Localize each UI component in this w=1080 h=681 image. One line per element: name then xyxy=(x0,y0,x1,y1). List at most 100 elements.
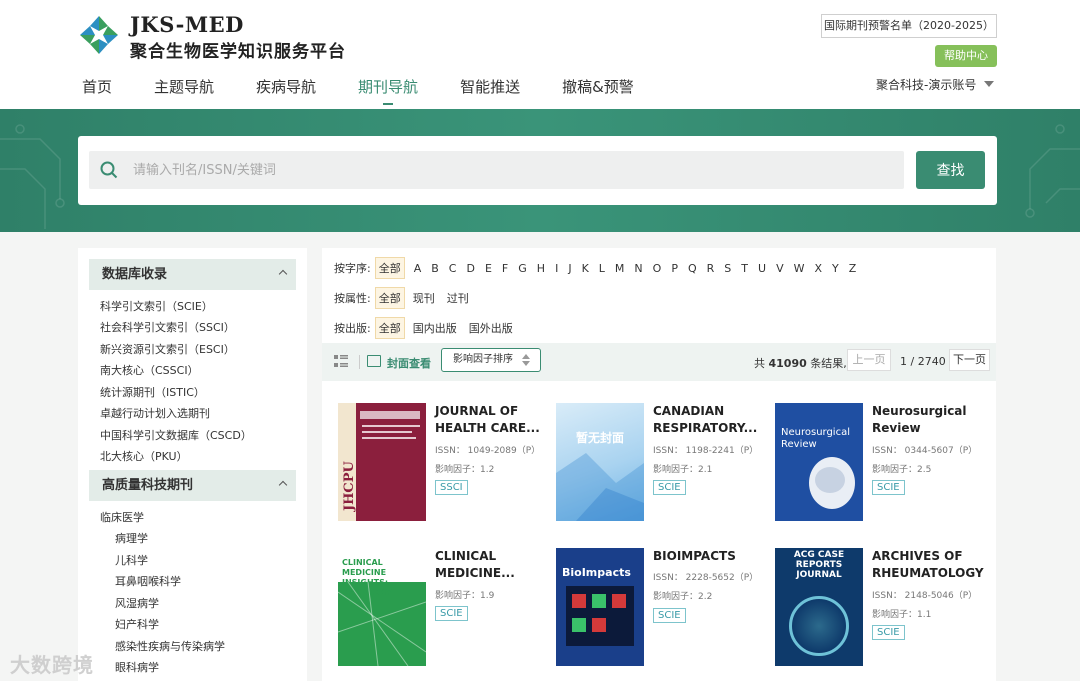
sidebar-section-database[interactable]: 数据库收录 xyxy=(89,259,296,290)
nav-recommend[interactable]: 智能推送 xyxy=(460,76,520,97)
filter-letter-m[interactable]: M xyxy=(615,262,625,275)
cover-view-button[interactable]: 封面查看 xyxy=(387,355,431,371)
filter-letter-q[interactable]: Q xyxy=(688,262,697,275)
filter-letter-o[interactable]: O xyxy=(653,262,662,275)
sidebar-subitem[interactable]: 眼科病学 xyxy=(115,659,159,675)
filter-letter-r[interactable]: R xyxy=(707,262,715,275)
nav-journal[interactable]: 期刊导航 xyxy=(358,76,418,105)
filter-letter-y[interactable]: Y xyxy=(832,262,839,275)
filter-letter-s[interactable]: S xyxy=(724,262,731,275)
filter-attr-all[interactable]: 全部 xyxy=(374,287,405,309)
filter-letter-n[interactable]: N xyxy=(634,262,642,275)
sidebar-item-ssci[interactable]: 社会科学引文索引（SSCI） xyxy=(100,319,235,335)
chevron-up-icon xyxy=(278,269,288,279)
search-button[interactable]: 查找 xyxy=(916,151,985,189)
filter-letter-p[interactable]: P xyxy=(671,262,678,275)
journal-title[interactable]: Neurosurgical Review xyxy=(872,403,982,437)
journal-card[interactable]: ACG CASE REPORTS JOURNAL ARCHIVES OF RHE… xyxy=(775,548,985,673)
journal-title[interactable]: CLINICAL MEDICINE... xyxy=(435,548,545,582)
sidebar-item-cscd[interactable]: 中国科学引文数据库（CSCD） xyxy=(100,427,252,443)
journal-cover[interactable]: 暂无封面 xyxy=(556,403,644,521)
cover-text: JHCPU xyxy=(342,461,357,511)
journal-issn: ISSN： 1198-2241（P） xyxy=(653,446,759,456)
placeholder-pattern xyxy=(556,453,644,521)
journal-card[interactable]: BioImpacts BIOIMPACTS ISSN： 2228-5652（P）… xyxy=(556,548,766,673)
filter-pub-domestic[interactable]: 国内出版 xyxy=(409,317,461,339)
sidebar-subitem[interactable]: 病理学 xyxy=(115,530,148,546)
journal-issn: ISSN： 0344-5607（P） xyxy=(872,446,978,456)
filter-letter-z[interactable]: Z xyxy=(849,262,857,275)
sidebar-item-scie[interactable]: 科学引文索引（SCIE） xyxy=(100,298,213,314)
filter-letter-e[interactable]: E xyxy=(485,262,492,275)
filter-pub-foreign[interactable]: 国外出版 xyxy=(465,317,517,339)
sidebar-section-quality[interactable]: 高质量科技期刊 xyxy=(89,470,296,501)
sidebar-item-excellence[interactable]: 卓越行动计划入选期刊 xyxy=(100,405,210,421)
filter-letter-w[interactable]: W xyxy=(794,262,805,275)
filter-letter-d[interactable]: D xyxy=(466,262,474,275)
sidebar-subitem[interactable]: 风湿病学 xyxy=(115,595,159,611)
journal-cover[interactable]: CLINICAL MEDICINE INSIGHTS: ONCOLOGY xyxy=(338,548,426,666)
filter-letter-i[interactable]: I xyxy=(555,262,558,275)
journal-card[interactable]: 暂无封面 CANADIAN RESPIRATORY... ISSN： 1198-… xyxy=(556,403,766,528)
prev-page-button[interactable]: 上一页 xyxy=(847,349,891,371)
filter-letter-x[interactable]: X xyxy=(815,262,823,275)
filter-letter-k[interactable]: K xyxy=(582,262,589,275)
filter-alpha-all[interactable]: 全部 xyxy=(374,257,405,279)
filter-attr-past[interactable]: 过刊 xyxy=(443,287,473,309)
filter-letter-t[interactable]: T xyxy=(741,262,748,275)
sidebar-subitem[interactable]: 儿科学 xyxy=(115,552,148,568)
journal-card[interactable]: Neurosurgical Review Neurosurgical Revie… xyxy=(775,403,985,528)
nav-disease[interactable]: 疾病导航 xyxy=(256,76,316,97)
nav-topic[interactable]: 主题导航 xyxy=(154,76,214,97)
index-tag: SSCI xyxy=(435,480,468,495)
journal-title[interactable]: JOURNAL OF HEALTH CARE... xyxy=(435,403,545,437)
logo-icon[interactable] xyxy=(78,14,120,56)
journal-card[interactable]: CLINICAL MEDICINE INSIGHTS: ONCOLOGY CLI… xyxy=(338,548,548,673)
sidebar-item-cssci[interactable]: 南大核心（CSSCI） xyxy=(100,362,199,378)
nav-home[interactable]: 首页 xyxy=(82,76,112,97)
filter-label: 按出版: xyxy=(334,322,371,335)
journal-issn: ISSN： 2228-5652（P） xyxy=(653,573,759,583)
filter-letter-l[interactable]: L xyxy=(599,262,605,275)
search-input[interactable] xyxy=(133,151,893,189)
chevron-up-icon xyxy=(278,480,288,490)
result-count-prefix: 共 xyxy=(754,357,765,370)
section-title: 数据库收录 xyxy=(102,267,168,282)
help-center-button[interactable]: 帮助中心 xyxy=(935,45,997,67)
cover-view-icon[interactable] xyxy=(367,355,381,367)
journal-cover[interactable]: ACG CASE REPORTS JOURNAL xyxy=(775,548,863,666)
sort-dropdown[interactable]: 影响因子排序 xyxy=(441,348,541,372)
sidebar-subitem[interactable]: 妇产科学 xyxy=(115,616,159,632)
filter-attr-current[interactable]: 现刊 xyxy=(409,287,439,309)
warning-list-link[interactable]: 国际期刊预警名单（2020-2025） xyxy=(821,14,997,38)
next-page-button[interactable]: 下一页 xyxy=(949,349,990,371)
filter-letter-a[interactable]: A xyxy=(414,262,422,275)
nav-retraction[interactable]: 撤稿&预警 xyxy=(562,76,634,97)
journal-cover[interactable]: JHCPU xyxy=(338,403,426,521)
journal-cover[interactable]: BioImpacts xyxy=(556,548,644,666)
account-menu[interactable]: 聚合科技-演示账号 xyxy=(876,76,995,93)
filter-letter-h[interactable]: H xyxy=(537,262,545,275)
filter-pub-all[interactable]: 全部 xyxy=(374,317,405,339)
sidebar-item-pku[interactable]: 北大核心（PKU） xyxy=(100,448,188,464)
filter-letter-f[interactable]: F xyxy=(502,262,508,275)
sidebar-item-istic[interactable]: 统计源期刊（ISTIC） xyxy=(100,384,205,400)
filter-letter-c[interactable]: C xyxy=(449,262,457,275)
filter-letter-b[interactable]: B xyxy=(431,262,439,275)
sidebar-category[interactable]: 临床医学 xyxy=(100,509,144,525)
header: JKS-MED 聚合生物医学知识服务平台 首页 主题导航 疾病导航 期刊导航 智… xyxy=(0,0,1080,109)
filter-letter-u[interactable]: U xyxy=(758,262,766,275)
journal-cover[interactable]: Neurosurgical Review xyxy=(775,403,863,521)
filter-letter-g[interactable]: G xyxy=(518,262,527,275)
journal-title[interactable]: BIOIMPACTS xyxy=(653,548,763,565)
main-nav: 首页 主题导航 疾病导航 期刊导航 智能推送 撤稿&预警 xyxy=(82,76,676,105)
journal-title[interactable]: ARCHIVES OF RHEUMATOLOGY xyxy=(872,548,984,582)
journal-card[interactable]: JHCPU JOURNAL OF HEALTH CARE... ISSN： 10… xyxy=(338,403,548,528)
sidebar-subitem[interactable]: 耳鼻咽喉科学 xyxy=(115,573,181,589)
journal-title[interactable]: CANADIAN RESPIRATORY... xyxy=(653,403,763,437)
filter-letter-j[interactable]: J xyxy=(568,262,571,275)
list-view-icon[interactable] xyxy=(334,354,348,368)
sidebar-item-esci[interactable]: 新兴资源引文索引（ESCI） xyxy=(100,341,235,357)
sidebar-subitem[interactable]: 感染性疾病与传染病学 xyxy=(115,638,225,654)
filter-letter-v[interactable]: V xyxy=(776,262,784,275)
